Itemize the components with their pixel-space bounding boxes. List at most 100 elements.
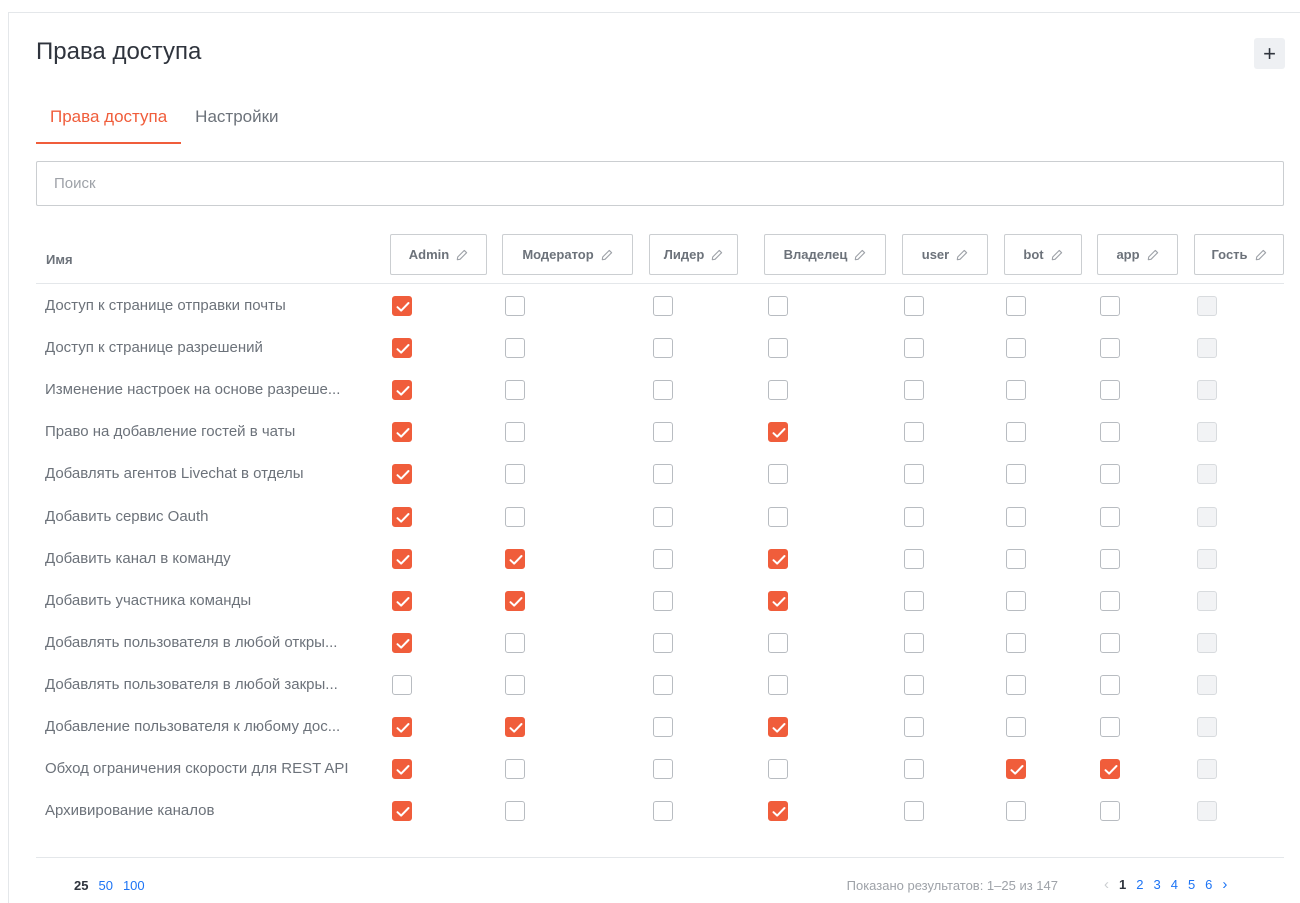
permission-checkbox[interactable] xyxy=(1100,674,1120,695)
permission-checkbox[interactable] xyxy=(1006,338,1026,359)
role-header[interactable]: app xyxy=(1097,234,1178,275)
permission-checkbox[interactable] xyxy=(1006,464,1026,485)
permission-checkbox[interactable] xyxy=(392,296,412,316)
role-header[interactable]: Гость xyxy=(1194,234,1284,275)
add-button[interactable]: + xyxy=(1254,38,1285,69)
permission-checkbox[interactable] xyxy=(653,717,673,737)
per-page-50[interactable]: 50 xyxy=(98,878,112,893)
chevron-left-icon[interactable]: ‹ xyxy=(1104,876,1109,893)
permission-checkbox[interactable] xyxy=(392,801,412,822)
permission-checkbox[interactable] xyxy=(904,674,924,695)
permission-checkbox[interactable] xyxy=(1006,590,1026,611)
permission-checkbox[interactable] xyxy=(1100,380,1120,401)
permission-checkbox[interactable] xyxy=(904,338,924,359)
page-1[interactable]: 1 xyxy=(1119,877,1126,892)
permission-checkbox[interactable] xyxy=(1100,464,1120,485)
permission-checkbox[interactable] xyxy=(904,548,924,569)
permission-checkbox[interactable] xyxy=(1006,548,1026,569)
permission-checkbox[interactable] xyxy=(1100,801,1120,822)
per-page-25[interactable]: 25 xyxy=(74,878,88,893)
permission-checkbox[interactable] xyxy=(904,296,924,316)
permission-checkbox[interactable] xyxy=(904,506,924,527)
role-header[interactable]: bot xyxy=(1004,234,1082,275)
permission-checkbox[interactable] xyxy=(653,338,673,359)
permission-checkbox[interactable] xyxy=(392,338,412,359)
permission-checkbox[interactable] xyxy=(392,590,412,611)
permission-checkbox[interactable] xyxy=(1006,422,1026,443)
permission-checkbox[interactable] xyxy=(904,801,924,822)
permission-checkbox[interactable] xyxy=(392,674,412,695)
permission-checkbox[interactable] xyxy=(505,632,525,653)
permission-checkbox[interactable] xyxy=(768,422,788,443)
permission-checkbox[interactable] xyxy=(392,380,412,401)
permission-checkbox[interactable] xyxy=(768,506,788,527)
page-6[interactable]: 6 xyxy=(1205,877,1212,892)
permission-checkbox[interactable] xyxy=(768,380,788,401)
permission-checkbox[interactable] xyxy=(768,548,788,569)
permission-checkbox[interactable] xyxy=(1100,759,1120,780)
permission-checkbox[interactable] xyxy=(1100,338,1120,359)
permission-checkbox[interactable] xyxy=(505,338,525,359)
permission-checkbox[interactable] xyxy=(392,759,412,780)
permission-checkbox[interactable] xyxy=(768,632,788,653)
permission-checkbox[interactable] xyxy=(1100,590,1120,611)
role-header[interactable]: Лидер xyxy=(649,234,738,275)
per-page-100[interactable]: 100 xyxy=(123,878,145,893)
permission-checkbox[interactable] xyxy=(1100,717,1120,737)
permission-checkbox[interactable] xyxy=(505,380,525,401)
permission-checkbox[interactable] xyxy=(653,380,673,401)
permission-checkbox[interactable] xyxy=(768,296,788,316)
permission-checkbox[interactable] xyxy=(653,759,673,780)
permission-checkbox[interactable] xyxy=(904,380,924,401)
page-5[interactable]: 5 xyxy=(1188,877,1195,892)
permission-checkbox[interactable] xyxy=(392,548,412,569)
permission-checkbox[interactable] xyxy=(1006,674,1026,695)
permission-checkbox[interactable] xyxy=(768,464,788,485)
tab-permissions[interactable]: Права доступа xyxy=(36,104,182,144)
permission-checkbox[interactable] xyxy=(653,801,673,822)
permission-checkbox[interactable] xyxy=(904,590,924,611)
permission-checkbox[interactable] xyxy=(1006,759,1026,780)
permission-checkbox[interactable] xyxy=(768,801,788,822)
permission-checkbox[interactable] xyxy=(1006,380,1026,401)
permission-checkbox[interactable] xyxy=(505,422,525,443)
permission-checkbox[interactable] xyxy=(653,674,673,695)
permission-checkbox[interactable] xyxy=(768,759,788,780)
permission-checkbox[interactable] xyxy=(1100,548,1120,569)
permission-checkbox[interactable] xyxy=(653,548,673,569)
permission-checkbox[interactable] xyxy=(904,464,924,485)
page-2[interactable]: 2 xyxy=(1136,877,1143,892)
tab-settings[interactable]: Настройки xyxy=(181,104,292,144)
permission-checkbox[interactable] xyxy=(904,759,924,780)
permission-checkbox[interactable] xyxy=(392,422,412,443)
permission-checkbox[interactable] xyxy=(904,422,924,443)
chevron-right-icon[interactable]: › xyxy=(1222,876,1227,893)
role-header[interactable]: user xyxy=(902,234,988,275)
permission-checkbox[interactable] xyxy=(505,464,525,485)
page-4[interactable]: 4 xyxy=(1171,877,1178,892)
permission-checkbox[interactable] xyxy=(1006,801,1026,822)
permission-checkbox[interactable] xyxy=(653,632,673,653)
permission-checkbox[interactable] xyxy=(505,674,525,695)
permission-checkbox[interactable] xyxy=(392,506,412,527)
permission-checkbox[interactable] xyxy=(904,717,924,737)
role-header[interactable]: Владелец xyxy=(764,234,886,275)
permission-checkbox[interactable] xyxy=(505,590,525,611)
permission-checkbox[interactable] xyxy=(653,296,673,316)
page-3[interactable]: 3 xyxy=(1153,877,1160,892)
permission-checkbox[interactable] xyxy=(505,506,525,527)
role-header[interactable]: Модератор xyxy=(502,234,633,275)
permission-checkbox[interactable] xyxy=(768,717,788,737)
permission-checkbox[interactable] xyxy=(505,759,525,780)
permission-checkbox[interactable] xyxy=(1006,296,1026,316)
permission-checkbox[interactable] xyxy=(768,590,788,611)
permission-checkbox[interactable] xyxy=(505,548,525,569)
permission-checkbox[interactable] xyxy=(1100,422,1120,443)
permission-checkbox[interactable] xyxy=(768,674,788,695)
permission-checkbox[interactable] xyxy=(1006,717,1026,737)
permission-checkbox[interactable] xyxy=(768,338,788,359)
permission-checkbox[interactable] xyxy=(1100,296,1120,316)
permission-checkbox[interactable] xyxy=(1006,506,1026,527)
permission-checkbox[interactable] xyxy=(653,464,673,485)
permission-checkbox[interactable] xyxy=(392,632,412,653)
